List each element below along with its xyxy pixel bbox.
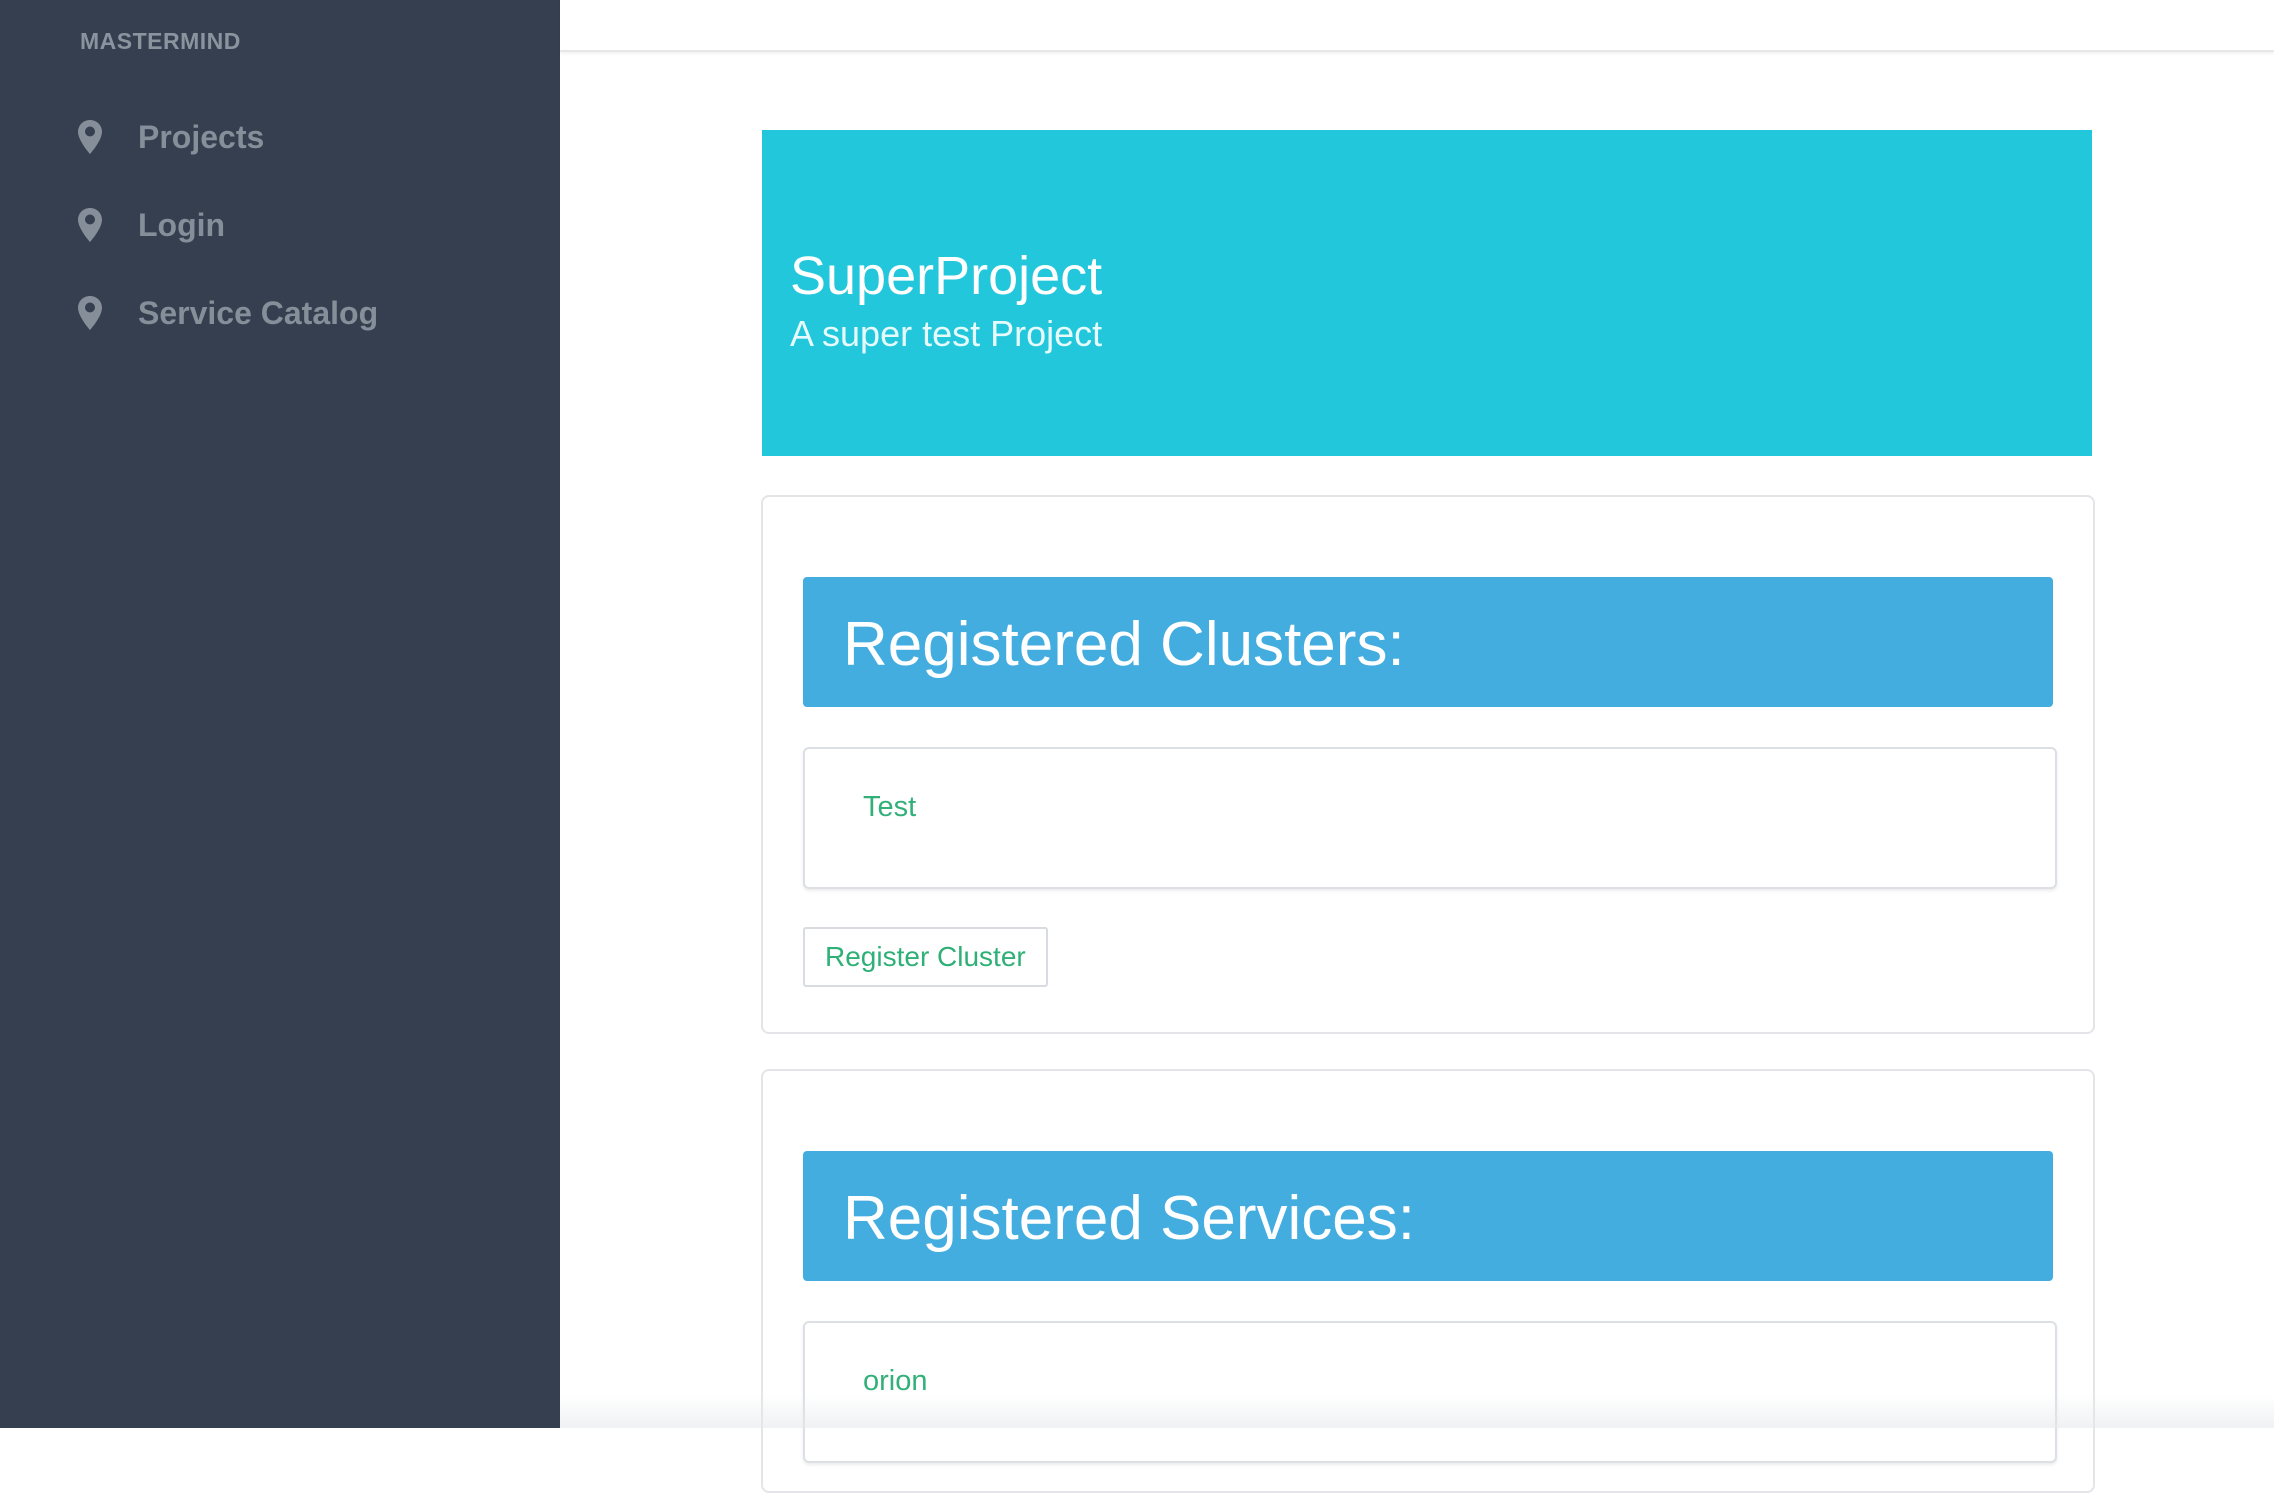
cluster-link[interactable]: Test [863, 791, 916, 824]
top-bar [560, 0, 2274, 52]
service-link[interactable]: orion [863, 1365, 928, 1398]
services-section-header: Registered Services: [803, 1151, 2053, 1281]
sidebar-item-service-catalog[interactable]: Service Catalog [78, 288, 378, 338]
map-pin-icon [78, 120, 102, 154]
sidebar-item-label: Service Catalog [138, 294, 379, 331]
services-heading: Registered Services: [843, 1184, 1416, 1253]
clusters-heading: Registered Clusters: [843, 610, 1405, 679]
sidebar-item-label: Projects [138, 118, 265, 155]
list-item: orion [803, 1321, 2057, 1463]
sidebar: MASTERMIND Projects Login Service Catalo… [0, 0, 560, 1428]
map-pin-icon [78, 208, 102, 242]
clusters-card: Registered Clusters: Test Register Clust… [761, 495, 2095, 1034]
project-title: SuperProject [790, 246, 1103, 306]
sidebar-item-label: Login [138, 206, 226, 243]
register-cluster-button[interactable]: Register Cluster [803, 927, 1048, 987]
scroll-fade [560, 1395, 2274, 1428]
project-subtitle: A super test Project [790, 313, 1103, 354]
map-pin-icon [78, 296, 102, 330]
brand-logo-text: MASTERMIND [80, 28, 241, 54]
clusters-section-header: Registered Clusters: [803, 577, 2053, 707]
list-item: Test [803, 747, 2057, 889]
services-card: Registered Services: orion [761, 1069, 2095, 1493]
sidebar-item-projects[interactable]: Projects [78, 112, 264, 162]
project-hero-banner: SuperProject A super test Project [762, 130, 2092, 456]
sidebar-item-login[interactable]: Login [78, 200, 225, 250]
